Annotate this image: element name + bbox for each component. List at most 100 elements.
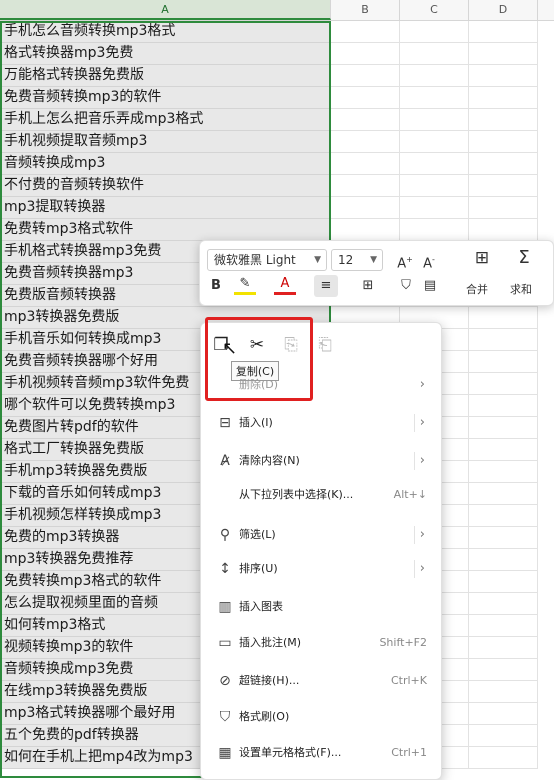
cell-b[interactable]: [331, 65, 400, 87]
increase-font-icon[interactable]: A+: [396, 249, 414, 271]
cell-d[interactable]: [469, 329, 538, 351]
cell-b[interactable]: [331, 197, 400, 219]
column-header-b[interactable]: B: [331, 0, 400, 20]
menu-item[interactable]: ⚲ 筛选(L) ›: [201, 519, 441, 551]
cell-d[interactable]: [469, 87, 538, 109]
bold-button[interactable]: B: [208, 275, 224, 297]
cell-c[interactable]: [400, 219, 469, 241]
cell-c[interactable]: [400, 43, 469, 65]
menu-item[interactable]: ⊟ 插入(I) ›: [201, 407, 441, 439]
cell-d[interactable]: [469, 549, 538, 571]
cell-a[interactable]: 格式转换器mp3免费: [0, 43, 331, 65]
font-size-select[interactable]: 12 ▼: [331, 249, 383, 271]
cell-d[interactable]: [469, 681, 538, 703]
sum-label[interactable]: 求和: [510, 281, 532, 297]
cell-d[interactable]: [469, 505, 538, 527]
cell-c[interactable]: [400, 197, 469, 219]
table-row: 免费转mp3格式软件: [0, 219, 554, 241]
column-header-c[interactable]: C: [400, 0, 469, 20]
menu-item[interactable]: ⛉ 格式刷(O): [201, 701, 441, 733]
cell-a[interactable]: 音频转换成mp3: [0, 153, 331, 175]
menu-item-delete[interactable]: 删除(D) ›: [201, 369, 441, 401]
cell-a[interactable]: 手机视频提取音频mp3: [0, 131, 331, 153]
cell-c[interactable]: [400, 109, 469, 131]
cell-b[interactable]: [331, 43, 400, 65]
cell-d[interactable]: [469, 153, 538, 175]
cell-d[interactable]: [469, 109, 538, 131]
cell-b[interactable]: [331, 21, 400, 43]
cell-a[interactable]: 手机怎么音频转换mp3格式: [0, 21, 331, 43]
merge-icon[interactable]: ⊞: [470, 247, 494, 269]
menu-item[interactable]: 从下拉列表中选择(K)... Alt+↓: [201, 479, 441, 511]
format-painter-icon[interactable]: ⛉: [396, 275, 416, 297]
column-header-a[interactable]: A: [0, 0, 331, 20]
cell-d[interactable]: [469, 307, 538, 329]
cell-b[interactable]: [331, 109, 400, 131]
cell-d[interactable]: [469, 373, 538, 395]
cell-c[interactable]: [400, 21, 469, 43]
cell-d[interactable]: [469, 197, 538, 219]
cell-a[interactable]: 手机上怎么把音乐弄成mp3格式: [0, 109, 331, 131]
cell-d[interactable]: [469, 43, 538, 65]
decrease-font-icon[interactable]: A-: [420, 249, 438, 271]
align-icon[interactable]: ≡: [314, 275, 338, 297]
cell-d[interactable]: [469, 21, 538, 43]
cell-style-icon[interactable]: ▤: [420, 275, 440, 297]
menu-item[interactable]: ▦ 设置单元格格式(F)... Ctrl+1: [201, 737, 441, 769]
cell-d[interactable]: [469, 65, 538, 87]
cell-b[interactable]: [331, 153, 400, 175]
cell-d[interactable]: [469, 461, 538, 483]
cell-c[interactable]: [400, 153, 469, 175]
menu-item-label: 插入批注(M): [239, 636, 302, 649]
cell-b[interactable]: [331, 87, 400, 109]
cell-b[interactable]: [331, 175, 400, 197]
cell-b[interactable]: [331, 131, 400, 153]
cell-c[interactable]: [400, 65, 469, 87]
cell-d[interactable]: [469, 417, 538, 439]
column-header-d[interactable]: D: [469, 0, 538, 20]
cell-d[interactable]: [469, 351, 538, 373]
cell-d[interactable]: [469, 131, 538, 153]
cell-d[interactable]: [469, 615, 538, 637]
menu-item[interactable]: ↕ 排序(U) ›: [201, 553, 441, 585]
cell-d[interactable]: [469, 219, 538, 241]
menu-item[interactable]: A̷ 清除内容(N) ›: [201, 445, 441, 477]
menu-item[interactable]: ▥ 插入图表: [201, 591, 441, 623]
table-row: 万能格式转换器免费版: [0, 65, 554, 87]
menu-item[interactable]: ⊘ 超链接(H)... Ctrl+K: [201, 665, 441, 697]
font-color-button[interactable]: A: [274, 275, 296, 295]
sum-icon[interactable]: Σ: [512, 247, 536, 269]
cell-b[interactable]: [331, 219, 400, 241]
border-icon[interactable]: ⊞: [358, 275, 378, 297]
chevron-right-icon: ›: [419, 377, 425, 392]
cell-a[interactable]: mp3提取转换器: [0, 197, 331, 219]
cut-icon[interactable]: ✂: [245, 331, 269, 359]
cell-d[interactable]: [469, 725, 538, 747]
cell-d[interactable]: [469, 175, 538, 197]
menu-item[interactable]: ▭ 插入批注(M) Shift+F2: [201, 627, 441, 659]
cell-d[interactable]: [469, 747, 538, 769]
cell-d[interactable]: [469, 571, 538, 593]
cell-d[interactable]: [469, 593, 538, 615]
cell-d[interactable]: [469, 395, 538, 417]
cell-a[interactable]: 免费转mp3格式软件: [0, 219, 331, 241]
paste-special-icon[interactable]: ⎗: [313, 331, 337, 359]
cell-d[interactable]: [469, 659, 538, 681]
cell-c[interactable]: [400, 175, 469, 197]
cell-a[interactable]: 免费音频转换mp3的软件: [0, 87, 331, 109]
merge-label[interactable]: 合并: [466, 281, 488, 297]
cell-d[interactable]: [469, 703, 538, 725]
cell-c[interactable]: [400, 87, 469, 109]
chevron-right-icon: ›: [419, 453, 425, 468]
cell-d[interactable]: [469, 439, 538, 461]
cell-c[interactable]: [400, 131, 469, 153]
paste-icon[interactable]: ⎘: [279, 331, 303, 359]
cell-d[interactable]: [469, 483, 538, 505]
cell-a[interactable]: 不付费的音频转换软件: [0, 175, 331, 197]
cell-a[interactable]: 万能格式转换器免费版: [0, 65, 331, 87]
cell-d[interactable]: [469, 637, 538, 659]
font-family-select[interactable]: 微软雅黑 Light ▼: [207, 249, 327, 271]
fill-color-icon[interactable]: ✎: [234, 275, 256, 295]
menu-item-label: 排序(U): [239, 562, 278, 575]
cell-d[interactable]: [469, 527, 538, 549]
